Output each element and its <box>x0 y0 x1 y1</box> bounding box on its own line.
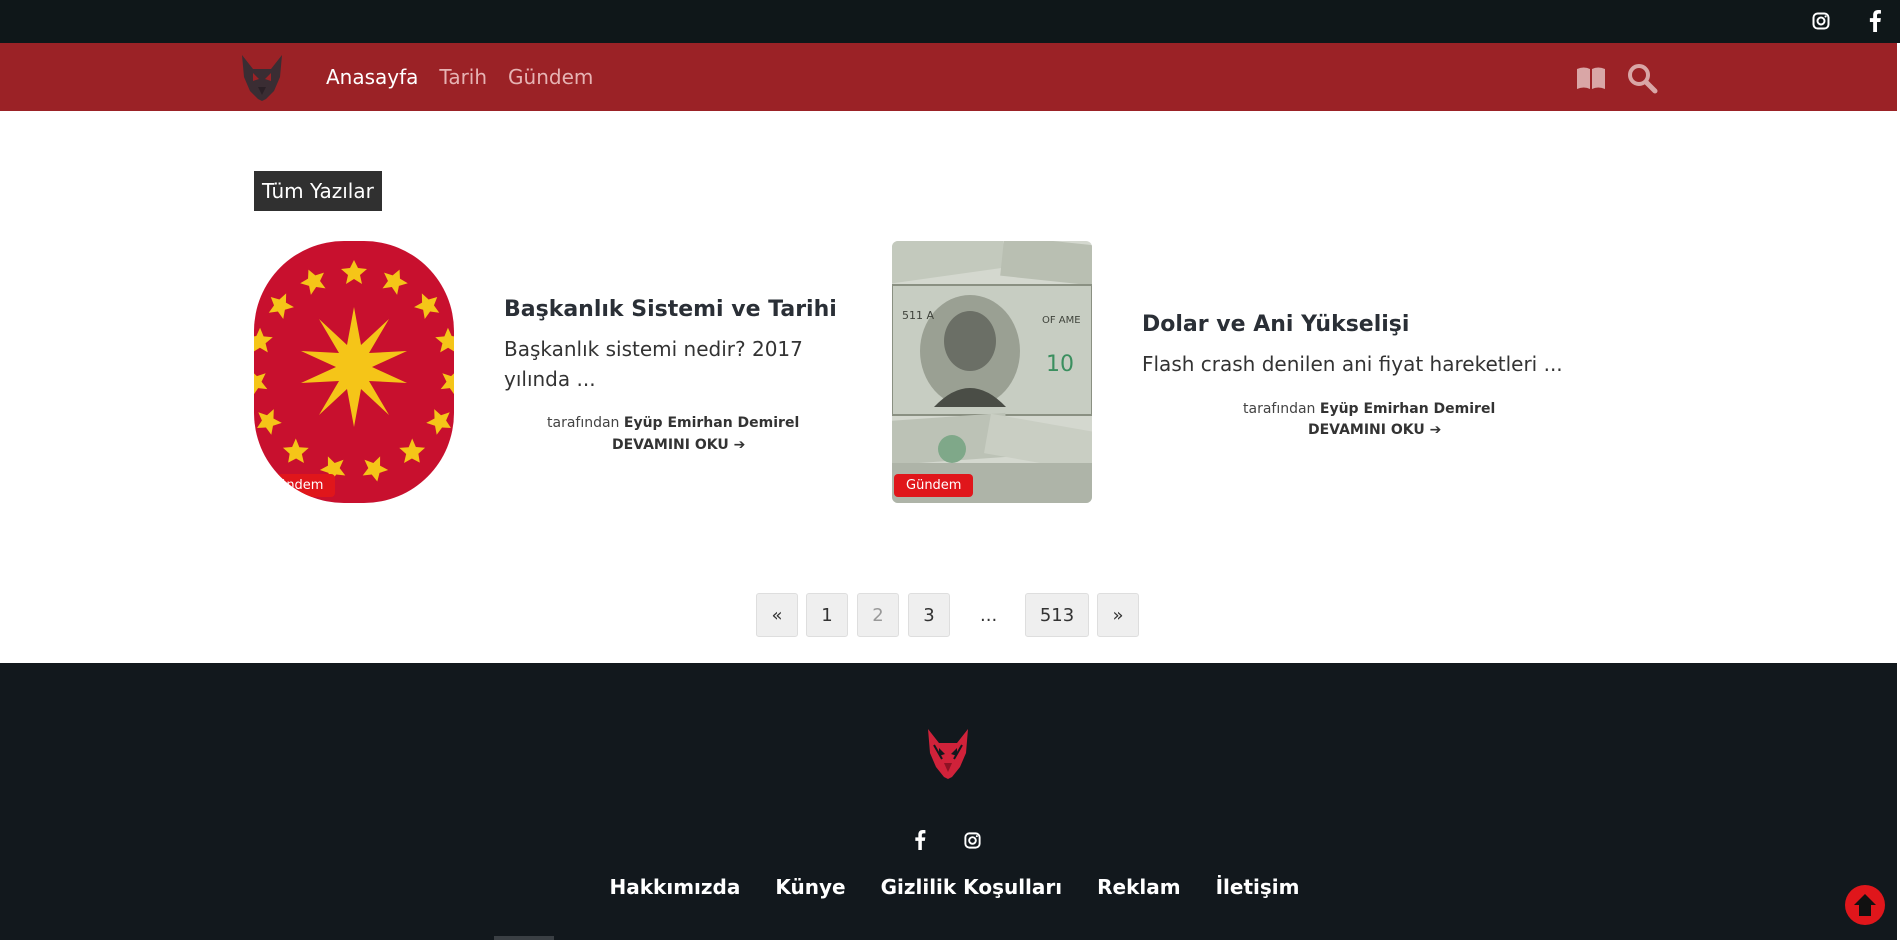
arrow-up-icon <box>1854 894 1876 916</box>
pagination: « 1 2 3 ... 513 » <box>0 593 1900 637</box>
page-button-2-current[interactable]: 2 <box>857 593 899 637</box>
post-excerpt: Başkanlık sistemi nedir? 2017 yılında ..… <box>504 337 803 391</box>
search-icon[interactable] <box>1626 62 1658 94</box>
scrollbar-thumb[interactable] <box>494 936 554 940</box>
instagram-icon[interactable] <box>1808 8 1834 34</box>
page-button-last[interactable]: 513 <box>1025 593 1089 637</box>
footer-link-kunye[interactable]: Künye <box>775 875 845 899</box>
dollar-bills-image: 511 A 10 OF AME <box>892 241 1092 503</box>
svg-text:OF AME: OF AME <box>1042 315 1081 326</box>
footer-link-reklam[interactable]: Reklam <box>1097 875 1180 899</box>
post-title[interactable]: Dolar ve Ani Yükselişi <box>1142 312 1409 337</box>
svg-text:10: 10 <box>1046 352 1074 377</box>
arrow-right-icon: ➔ <box>733 437 746 453</box>
author-name[interactable]: Eyüp Emirhan Demirel <box>624 415 799 431</box>
main-navbar: Anasayfa Tarih Gündem <box>0 43 1897 111</box>
facebook-icon[interactable] <box>1862 8 1888 34</box>
scroll-to-top-button[interactable] <box>1845 885 1885 925</box>
page-next-button[interactable]: » <box>1097 593 1139 637</box>
section-label: Tüm Yazılar <box>254 171 382 211</box>
book-icon[interactable] <box>1575 62 1607 94</box>
author-prefix: tarafından <box>547 415 620 431</box>
read-more-label: DEVAMINI OKU <box>1308 422 1425 438</box>
category-badge[interactable]: Gündem <box>894 474 974 497</box>
read-more-label: DEVAMINI OKU <box>612 437 729 453</box>
read-more-link[interactable]: DEVAMINI OKU ➔ <box>1308 422 1441 438</box>
arrow-right-icon: ➔ <box>1429 422 1442 438</box>
post-author: tarafından Eyüp Emirhan Demirel <box>547 415 799 431</box>
footer: Hakkımızda Künye Gizlilik Koşulları Rekl… <box>0 663 1897 940</box>
facebook-icon[interactable] <box>907 827 933 853</box>
instagram-icon[interactable] <box>959 827 985 853</box>
presidential-emblem-image <box>254 241 454 503</box>
footer-link-gizlilik[interactable]: Gizlilik Koşulları <box>881 875 1063 899</box>
read-more-link[interactable]: DEVAMINI OKU ➔ <box>612 437 745 453</box>
nav-links: Anasayfa Tarih Gündem <box>326 43 593 111</box>
top-bar <box>0 0 1900 43</box>
footer-link-iletisim[interactable]: İletişim <box>1216 875 1300 899</box>
wolf-logo[interactable] <box>922 725 974 781</box>
post-thumbnail[interactable]: Gündem <box>254 241 454 503</box>
author-name[interactable]: Eyüp Emirhan Demirel <box>1320 401 1495 417</box>
author-prefix: tarafından <box>1243 401 1316 417</box>
post-thumbnail[interactable]: 511 A 10 OF AME Gündem <box>892 241 1092 503</box>
wolf-logo[interactable] <box>236 51 288 103</box>
page-ellipsis: ... <box>980 605 998 626</box>
page-button-3[interactable]: 3 <box>908 593 950 637</box>
nav-link-gundem[interactable]: Gündem <box>508 65 593 89</box>
footer-link-hakkimizda[interactable]: Hakkımızda <box>610 875 741 899</box>
category-badge[interactable]: Gündem <box>256 474 336 497</box>
svg-text:511 A: 511 A <box>902 309 934 322</box>
nav-link-anasayfa[interactable]: Anasayfa <box>326 65 418 89</box>
post-title[interactable]: Başkanlık Sistemi ve Tarihi <box>504 297 837 322</box>
page-prev-button[interactable]: « <box>756 593 798 637</box>
footer-links: Hakkımızda Künye Gizlilik Koşulları Rekl… <box>0 875 1897 899</box>
post-author: tarafından Eyüp Emirhan Demirel <box>1243 401 1495 417</box>
page-button-1[interactable]: 1 <box>806 593 848 637</box>
nav-link-tarih[interactable]: Tarih <box>439 65 487 89</box>
post-excerpt: Flash crash denilen ani fiyat hareketler… <box>1142 352 1563 376</box>
